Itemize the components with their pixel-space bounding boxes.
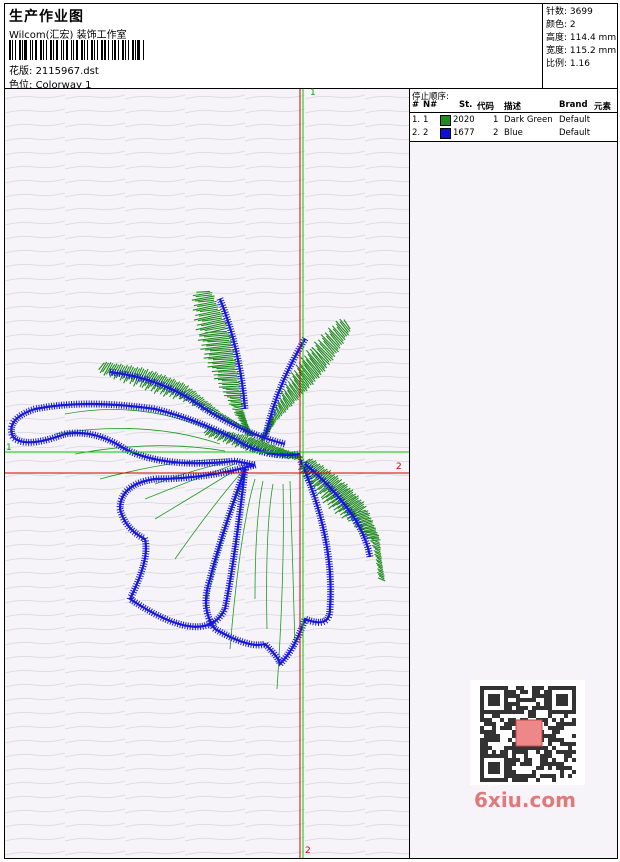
company-name: Wilcom(汇宏) 装饰工作室	[9, 26, 127, 41]
axis-label-right: 2	[396, 462, 402, 472]
embroidery-design-area: 1 2 1 2	[5, 89, 409, 858]
page-title: 生产作业图	[9, 6, 84, 26]
header: 生产作业图 Wilcom(汇宏) 装饰工作室 花版: 2115967.dst 色…	[4, 3, 618, 89]
axis-label-top: 1	[310, 88, 316, 98]
table-row: 2. 2 1677 2 Blue Default	[410, 127, 617, 140]
qr-code	[470, 680, 585, 785]
axis-label-left: 1	[6, 443, 12, 453]
axis-label-bottom: 2	[305, 846, 311, 856]
color-swatch	[440, 128, 451, 139]
stat-scale: 比例: 1.16	[546, 58, 617, 71]
qr-code-graphic	[470, 680, 585, 785]
embroidery-design	[5, 89, 409, 858]
stat-stitches: 针数: 3699	[546, 6, 617, 19]
stop-sequence-table: 停止顺序: # N# St. 代码 描述 Brand 元素 1. 1 2020 …	[410, 89, 617, 142]
color-swatch	[440, 115, 451, 126]
stat-height: 高度: 114.4 mm	[546, 32, 617, 45]
stats-panel: 针数: 3699 颜色: 2 高度: 114.4 mm 宽度: 115.2 mm…	[542, 4, 617, 88]
stat-width: 宽度: 115.2 mm	[546, 45, 617, 58]
table-row: 1. 1 2020 1 Dark Green Default	[410, 114, 617, 127]
pattern-line: 花版: 2115967.dst	[9, 62, 99, 77]
watermark: 6xiu.com	[474, 788, 576, 812]
stat-colors: 颜色: 2	[546, 19, 617, 32]
stop-table-header: # N# St. 代码 描述 Brand 元素	[410, 100, 617, 113]
barcode	[9, 40, 145, 60]
